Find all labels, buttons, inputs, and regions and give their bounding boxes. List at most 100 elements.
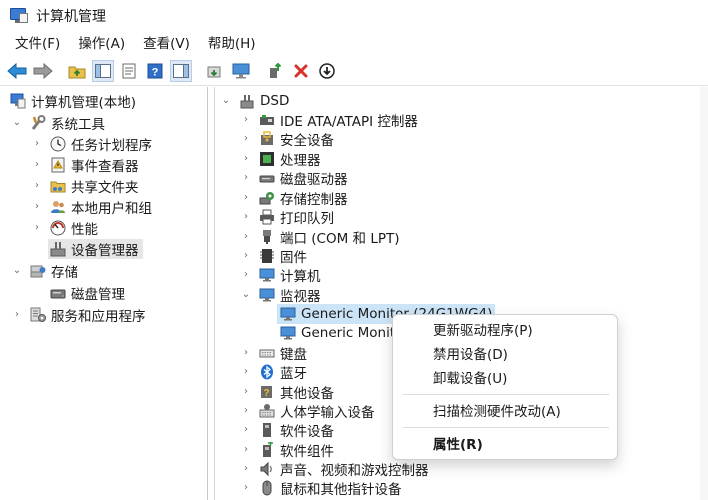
- performance-icon: [50, 220, 66, 236]
- device-category-disk-drives[interactable]: 磁盘驱动器: [259, 168, 348, 188]
- ctx-disable-device[interactable]: 禁用设备(D): [393, 343, 619, 367]
- tree-item-shared-folders[interactable]: 共享文件夹: [50, 176, 139, 196]
- device-category-storage-controllers[interactable]: 存储控制器: [259, 188, 348, 208]
- chevron-down-icon[interactable]: ⌄: [12, 261, 22, 281]
- device-category-sound[interactable]: 声音、视频和游戏控制器: [259, 459, 429, 479]
- tree-item-services[interactable]: 服务和应用程序: [30, 305, 146, 325]
- tree-label: 系统工具: [51, 117, 105, 133]
- navigation-tree: 计算机管理(本地) ⌄ 系统工具 › 任务计划程序 › 事件查看器 › 共享文件…: [0, 87, 208, 500]
- tree-item-storage[interactable]: 存储: [30, 261, 78, 281]
- computer-monitor-icon: [259, 267, 275, 283]
- monitor-icon: [259, 287, 275, 303]
- chevron-right-icon[interactable]: ›: [241, 168, 251, 188]
- ctx-scan-hardware[interactable]: 扫描检测硬件改动(A): [393, 400, 619, 424]
- tree-item-local-users[interactable]: 本地用户和组: [50, 197, 152, 217]
- tree-label: 计算机管理(本地): [31, 95, 137, 111]
- chevron-right-icon[interactable]: ›: [32, 197, 42, 217]
- chevron-down-icon[interactable]: ⌄: [241, 285, 251, 305]
- up-folder-icon[interactable]: [66, 60, 88, 82]
- show-hide-tree-icon[interactable]: [92, 59, 114, 82]
- tree-label: 处理器: [280, 153, 321, 169]
- tree-label: 监视器: [280, 289, 321, 305]
- chevron-right-icon[interactable]: ›: [241, 459, 251, 479]
- chevron-right-icon[interactable]: ›: [241, 246, 251, 266]
- menu-action[interactable]: 操作(A): [69, 32, 134, 56]
- device-category-print-queues[interactable]: 打印队列: [259, 207, 334, 227]
- monitor-icon[interactable]: [230, 60, 252, 82]
- chevron-down-icon[interactable]: ⌄: [12, 113, 22, 133]
- menu-view[interactable]: 查看(V): [134, 32, 199, 56]
- tree-label: 固件: [280, 250, 307, 266]
- firmware-icon: [259, 248, 275, 264]
- device-category-keyboards[interactable]: 键盘: [259, 343, 307, 363]
- tree-root-computer-management[interactable]: 计算机管理(本地): [10, 91, 136, 111]
- device-category-mice[interactable]: 鼠标和其他指针设备: [259, 478, 402, 498]
- help-icon[interactable]: ?: [144, 60, 166, 82]
- tree-label: 本地用户和组: [71, 201, 152, 217]
- device-category-monitors[interactable]: 监视器: [259, 285, 321, 305]
- device-category-software-devices[interactable]: 软件设备: [259, 420, 334, 440]
- device-category-hid[interactable]: 人体学输入设备: [259, 401, 375, 421]
- chevron-right-icon[interactable]: ›: [241, 420, 251, 440]
- update-driver-icon[interactable]: [264, 60, 286, 82]
- tree-item-system-tools[interactable]: 系统工具: [30, 113, 105, 133]
- show-action-pane-icon[interactable]: [170, 59, 192, 82]
- mouse-icon: [259, 480, 275, 496]
- chevron-down-icon[interactable]: ⌄: [221, 91, 231, 111]
- chevron-right-icon[interactable]: ›: [241, 110, 251, 130]
- device-category-security[interactable]: 安全设备: [259, 129, 334, 149]
- chevron-right-icon[interactable]: ›: [32, 134, 42, 154]
- device-category-bluetooth[interactable]: 蓝牙: [259, 362, 307, 382]
- tree-label: 人体学输入设备: [280, 405, 375, 421]
- chevron-right-icon[interactable]: ›: [241, 401, 251, 421]
- device-tree-root[interactable]: DSD: [239, 91, 289, 111]
- tree-item-disk-management[interactable]: 磁盘管理: [50, 283, 125, 303]
- chevron-right-icon[interactable]: ›: [241, 343, 251, 363]
- disable-device-icon[interactable]: [316, 60, 338, 82]
- device-category-ports[interactable]: 端口 (COM 和 LPT): [259, 227, 400, 247]
- device-category-processors[interactable]: 处理器: [259, 149, 321, 169]
- chevron-right-icon[interactable]: ›: [241, 265, 251, 285]
- chevron-right-icon[interactable]: ›: [241, 149, 251, 169]
- chevron-right-icon[interactable]: ›: [241, 362, 251, 382]
- tree-item-performance[interactable]: 性能: [50, 218, 98, 238]
- forward-arrow-icon[interactable]: [32, 60, 54, 82]
- ctx-update-driver[interactable]: 更新驱动程序(P): [393, 319, 619, 343]
- chevron-right-icon[interactable]: ›: [241, 478, 251, 498]
- keyboard-icon: [259, 345, 275, 361]
- chevron-right-icon[interactable]: ›: [241, 440, 251, 460]
- uninstall-icon[interactable]: [290, 60, 312, 82]
- menu-help[interactable]: 帮助(H): [199, 32, 265, 56]
- chevron-right-icon[interactable]: ›: [241, 188, 251, 208]
- menu-file[interactable]: 文件(F): [6, 32, 69, 56]
- chevron-right-icon[interactable]: ›: [241, 227, 251, 247]
- device-category-software-components[interactable]: 软件组件: [259, 440, 334, 460]
- chevron-right-icon[interactable]: ›: [241, 129, 251, 149]
- device-category-other-devices[interactable]: ? 其他设备: [259, 382, 334, 402]
- disk-icon: [50, 285, 66, 301]
- device-category-computer[interactable]: 计算机: [259, 265, 321, 285]
- window-title: 计算机管理: [36, 9, 106, 25]
- chevron-right-icon[interactable]: ›: [12, 305, 22, 325]
- device-category-firmware[interactable]: 固件: [259, 246, 307, 266]
- computer-icon: [239, 93, 255, 109]
- computer-management-icon: [10, 93, 26, 109]
- tree-item-device-manager[interactable]: 设备管理器: [48, 239, 143, 259]
- scrollbar[interactable]: [700, 87, 708, 500]
- chevron-right-icon[interactable]: ›: [241, 207, 251, 227]
- ctx-properties[interactable]: 属性(R): [393, 433, 619, 457]
- chevron-right-icon[interactable]: ›: [241, 382, 251, 402]
- menu-divider: [403, 427, 609, 428]
- back-arrow-icon[interactable]: [6, 60, 28, 82]
- device-category-ide[interactable]: IDE ATA/ATAPI 控制器: [259, 110, 418, 130]
- chevron-right-icon[interactable]: ›: [32, 176, 42, 196]
- scan-hardware-icon[interactable]: [204, 60, 226, 82]
- device-generic-monitor[interactable]: Generic Monitor: [280, 323, 409, 343]
- tree-item-task-scheduler[interactable]: 任务计划程序: [50, 134, 152, 154]
- properties-icon[interactable]: [118, 60, 140, 82]
- ctx-uninstall-device[interactable]: 卸载设备(U): [393, 367, 619, 391]
- chevron-right-icon[interactable]: ›: [32, 155, 42, 175]
- tree-item-event-viewer[interactable]: 事件查看器: [50, 155, 139, 175]
- chevron-right-icon[interactable]: ›: [32, 218, 42, 238]
- tree-label: 性能: [71, 222, 98, 238]
